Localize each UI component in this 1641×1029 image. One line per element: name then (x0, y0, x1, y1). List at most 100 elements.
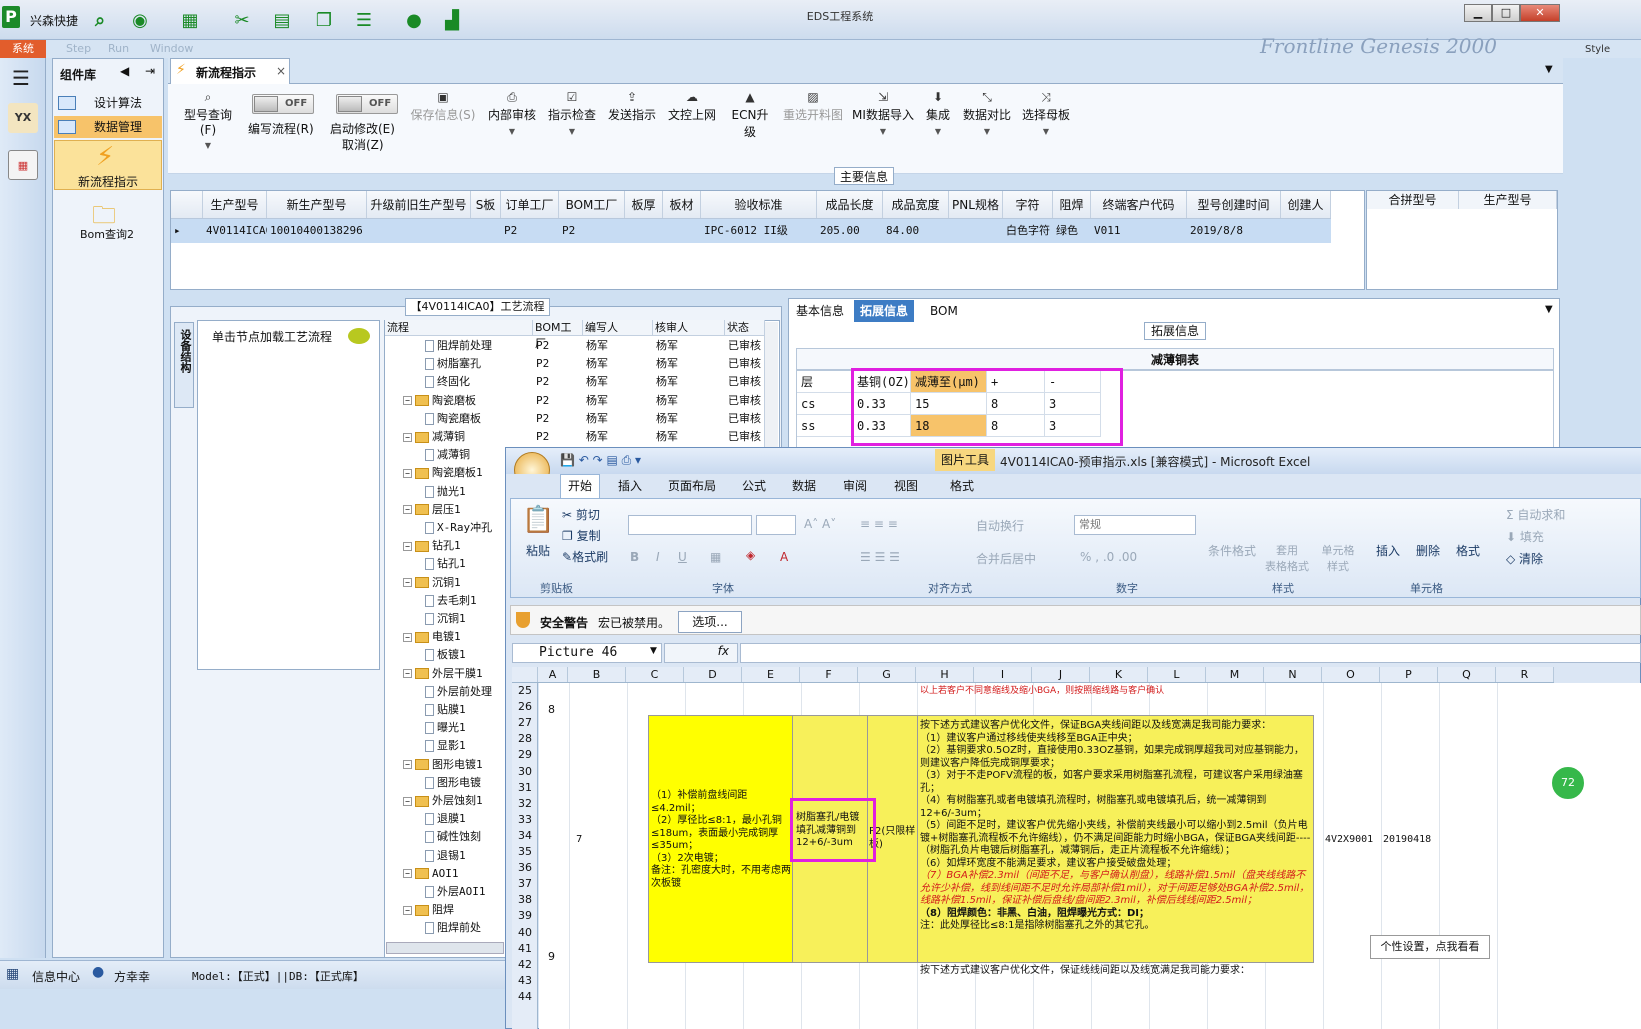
pin-icon[interactable]: ⇥ (145, 64, 155, 78)
font-color-icon[interactable]: A (780, 550, 788, 564)
chevron-down-icon[interactable]: ▼ (1545, 64, 1553, 75)
table-cell[interactable]: 4V0114ICA0 (203, 219, 267, 243)
column-header[interactable]: J (1032, 667, 1090, 682)
column-header[interactable]: F (800, 667, 858, 682)
wrap-text-button[interactable]: 自动换行 (976, 517, 1024, 534)
tab-basic-info[interactable]: 基本信息 (790, 300, 850, 322)
film-icon[interactable]: ▤ (270, 8, 294, 32)
collapse-icon[interactable]: − (403, 541, 412, 551)
row-header[interactable]: 39 (512, 909, 538, 922)
calculator-icon[interactable]: ▦ (8, 150, 38, 180)
grid-icon[interactable]: ▦ (6, 966, 19, 982)
chart-icon[interactable]: ▟ (440, 8, 464, 32)
table-cell[interactable]: P2 (559, 219, 625, 243)
name-box[interactable]: Picture 46 (512, 643, 662, 663)
chevron-down-icon[interactable]: ▼ (650, 646, 657, 656)
search-icon[interactable]: ⌕ (88, 8, 112, 32)
column-header[interactable]: B (568, 667, 626, 682)
tree-row[interactable]: 阻焊前处理 P2 杨军 杨军 已审核 (385, 337, 765, 355)
save-info-button[interactable]: ▣ 保存信息(S) (408, 90, 478, 123)
row-header[interactable]: 38 (512, 893, 538, 906)
collapse-icon[interactable]: − (403, 396, 412, 406)
ribbon-tab-review[interactable]: 审阅 (843, 477, 867, 494)
collapse-icon[interactable]: − (403, 669, 412, 679)
mi-import-button[interactable]: ⇲ MI数据导入 ▼ (852, 90, 914, 137)
component-item-algorithm[interactable]: 设计算法 (54, 92, 162, 114)
column-header[interactable]: 验收标准 (701, 191, 817, 218)
column-header[interactable]: L (1148, 667, 1206, 682)
table-cell[interactable] (1281, 219, 1331, 243)
select-all-corner[interactable] (512, 667, 538, 682)
border-button[interactable]: ▦ (710, 550, 721, 564)
column-header[interactable]: D (684, 667, 742, 682)
column-header[interactable]: R (1496, 667, 1554, 682)
collapse-icon[interactable]: − (403, 796, 412, 806)
reselect-cut-button[interactable]: ▨ 重选开料图 (782, 90, 844, 123)
column-header[interactable]: P (1380, 667, 1438, 682)
column-header[interactable]: 终端客户代码 (1091, 191, 1187, 218)
table-cell[interactable]: 205.00 (817, 219, 883, 243)
model-query-button[interactable]: ⌕ 型号查询(F) ▼ (176, 90, 240, 151)
ribbon-tab-view[interactable]: 视图 (894, 477, 918, 494)
tree-row[interactable]: 陶瓷磨板 P2 杨军 杨军 已审核 (385, 410, 765, 428)
insert-cells-button[interactable]: 插入 (1376, 542, 1400, 559)
column-header[interactable]: 订单工厂 (501, 191, 559, 218)
user-icon[interactable]: ● (402, 8, 426, 32)
table-cell[interactable]: cs (797, 393, 853, 415)
fill-color-icon[interactable]: ◈ (746, 548, 755, 562)
tree-row[interactable]: 终固化 P2 杨军 杨军 已审核 (385, 373, 765, 391)
row-header[interactable]: 40 (512, 926, 538, 939)
format-cells-button[interactable]: 格式 (1456, 542, 1480, 559)
maximize-button[interactable]: □ (1492, 4, 1520, 22)
formula-bar[interactable] (740, 643, 1641, 663)
clear-button[interactable]: ◇ 清除 (1506, 550, 1543, 567)
row-header[interactable]: 37 (512, 877, 538, 890)
table-cell[interactable]: IPC-6012 II级 (701, 219, 817, 243)
table-cell[interactable] (663, 219, 701, 243)
collapse-icon[interactable]: − (403, 905, 412, 915)
collapse-icon[interactable]: − (403, 468, 412, 478)
column-header[interactable]: E (742, 667, 800, 682)
integrate-button[interactable]: ⬇ 集成 ▼ (922, 90, 954, 137)
column-header[interactable]: 创建人 (1281, 191, 1331, 218)
yx-module-icon[interactable]: YX (8, 103, 38, 133)
row-header[interactable]: 36 (512, 861, 538, 874)
globe-icon[interactable]: ◉ (128, 8, 152, 32)
column-header[interactable]: Q (1438, 667, 1496, 682)
collapse-icon[interactable]: − (403, 760, 412, 770)
column-header[interactable]: O (1322, 667, 1380, 682)
copy-button[interactable]: ❐ 复制 (562, 527, 601, 544)
row-header[interactable]: 27 (512, 716, 538, 729)
chevron-down-icon[interactable]: ▼ (1545, 304, 1553, 315)
table-cell[interactable]: V011 (1091, 219, 1187, 243)
row-header[interactable]: 34 (512, 829, 538, 842)
badge[interactable]: 72 (1550, 765, 1586, 801)
column-header[interactable]: 生产型号 (203, 191, 267, 218)
select-panel-button[interactable]: ⤨ 选择母板 ▼ (1020, 90, 1072, 137)
copy-icon[interactable]: ❐ (312, 8, 336, 32)
row-header[interactable]: 44 (512, 990, 538, 1003)
column-header[interactable]: K (1090, 667, 1148, 682)
grid-icon[interactable]: ▦ (178, 8, 202, 32)
table-cell[interactable]: 绿色 (1053, 219, 1091, 243)
delete-cells-button[interactable]: 删除 (1416, 542, 1440, 559)
tab-bom[interactable]: BOM (924, 300, 964, 322)
row-header[interactable]: 33 (512, 813, 538, 826)
table-cell[interactable]: ss (797, 415, 853, 437)
row-header[interactable]: 35 (512, 845, 538, 858)
column-header[interactable]: C (626, 667, 684, 682)
scissors-icon[interactable]: ✂ (230, 8, 254, 32)
table-cell[interactable] (367, 219, 471, 243)
info-center[interactable]: 信息中心 (32, 968, 80, 985)
close-button[interactable]: ✕ (1520, 4, 1560, 22)
column-header[interactable]: S板 (471, 191, 501, 218)
table-row[interactable]: ▸ 4V0114ICA0 10010400138296 P2 P2 IPC-6012 II… (171, 219, 1331, 243)
table-cell[interactable] (949, 219, 1003, 243)
cell-style-button[interactable]: 单元格 样式 (1318, 542, 1358, 574)
bold-button[interactable]: B (630, 550, 639, 564)
ecn-upgrade-button[interactable]: ▲ ECN升级 (726, 90, 774, 140)
row-header[interactable]: 43 (512, 974, 538, 987)
edit-flow-toggle[interactable]: OFF (252, 94, 314, 114)
row-header[interactable]: 29 (512, 748, 538, 761)
column-header[interactable]: 升级前旧生产型号 (367, 191, 471, 218)
